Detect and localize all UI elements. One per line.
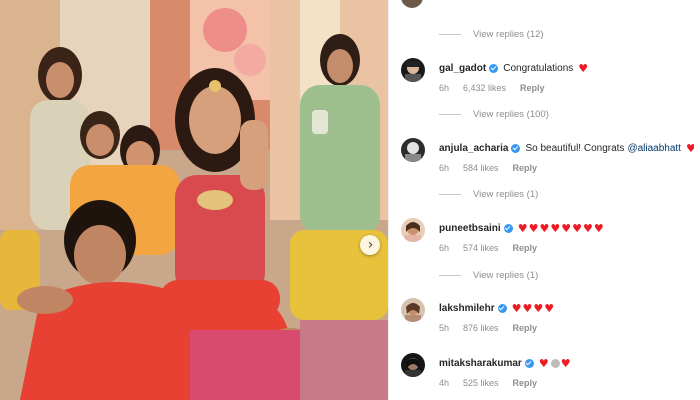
heart-icon: ♥ [538, 358, 549, 369]
verified-badge-icon [497, 304, 507, 313]
comment-likes[interactable]: 574 likes [463, 243, 499, 253]
comment-meta: 6h 6,432 likes Reply [439, 83, 545, 93]
comment-meta: 6h 574 likes Reply [439, 243, 537, 253]
avatar[interactable] [401, 298, 425, 322]
reply-button[interactable]: Reply [513, 323, 538, 333]
heart-icon: ♥ [511, 303, 522, 314]
chevron-right-icon: › [367, 237, 374, 253]
heart-icon: ♥ [685, 143, 694, 154]
mention-link[interactable]: @aliaabhatt [627, 143, 681, 154]
heart-icon: ♥ [572, 223, 582, 234]
verified-badge-icon [511, 144, 521, 153]
comment-likes[interactable]: 6,432 likes [463, 83, 506, 93]
comment-time: 6h [439, 83, 450, 93]
view-replies-label: View replies (12) [473, 28, 544, 40]
comment-likes[interactable]: 584 likes [463, 163, 499, 173]
comment-time: 4h [439, 378, 450, 388]
comment-item: gal_gadot Congratulations ♥ 6h 6,432 lik… [401, 58, 700, 100]
comment-item: anjula_acharia So beautiful! Congrats @a… [401, 138, 700, 180]
verified-badge-icon [524, 359, 534, 368]
comment-text: anjula_acharia So beautiful! Congrats @a… [439, 143, 694, 154]
view-replies-link[interactable]: View replies (1) [439, 268, 538, 282]
comment-item: lakshmilehr ♥ ♥ ♥ ♥ 5h 876 likes Reply [401, 298, 700, 340]
avatar[interactable] [401, 58, 425, 82]
reply-button[interactable]: Reply [513, 243, 538, 253]
comment-time: 5h [439, 323, 450, 333]
avatar[interactable] [401, 353, 425, 377]
post-photo: › [0, 0, 388, 400]
comment-body: So beautiful! Congrats [525, 143, 625, 154]
comment-username[interactable]: anjula_acharia [439, 143, 508, 154]
reply-button[interactable]: Reply [513, 163, 538, 173]
hearts: ♥ ♥ ♥ ♥ [512, 303, 556, 314]
reply-divider-line [439, 33, 461, 35]
verified-badge-icon [489, 64, 499, 73]
comment-item: puneetbsaini ♥ ♥ ♥ ♥ ♥ ♥ ♥ ♥ 6h 574 like… [401, 218, 700, 260]
view-replies-label: View replies (100) [473, 108, 549, 120]
hearts: ♥ [578, 63, 589, 74]
view-replies-link[interactable]: View replies (1) [439, 187, 538, 201]
comment-text: gal_gadot Congratulations ♥ [439, 63, 694, 74]
comment-text: lakshmilehr ♥ ♥ ♥ ♥ [439, 303, 694, 314]
reply-divider-line [439, 274, 461, 276]
heart-icon: ♥ [561, 223, 572, 234]
comment-username[interactable]: gal_gadot [439, 63, 486, 74]
carousel-next-button[interactable]: › [360, 235, 380, 255]
view-replies-label: View replies (1) [473, 269, 539, 281]
comments-panel: View replies (12) gal_gadot Congratulati… [388, 0, 700, 400]
hearts: ♥ [686, 143, 694, 154]
comment-username[interactable]: mitaksharakumar [439, 358, 522, 369]
comment-time: 6h [439, 243, 450, 253]
heart-icon: ♥ [517, 223, 528, 234]
heart-icon: ♥ [539, 223, 550, 234]
heart-icon: ♥ [578, 63, 589, 74]
comment-meta: 4h 525 likes Reply [439, 378, 537, 388]
reply-divider-line [439, 193, 461, 195]
comment-text: puneetbsaini ♥ ♥ ♥ ♥ ♥ ♥ ♥ ♥ [439, 223, 694, 234]
wedding-photo-image [0, 0, 388, 400]
hearts: ♥ ♥ ♥ ♥ ♥ ♥ ♥ ♥ [518, 223, 605, 234]
comment-meta: 6h 584 likes Reply [439, 163, 537, 173]
comment-likes[interactable]: 525 likes [463, 378, 499, 388]
heart-icon: ♥ [582, 223, 593, 234]
comment-time: 6h [439, 163, 450, 173]
verified-badge-icon [503, 224, 513, 233]
avatar[interactable] [401, 218, 425, 242]
heart-icon: ♥ [560, 358, 571, 369]
avatar[interactable] [401, 0, 423, 8]
comment-likes[interactable]: 876 likes [463, 323, 499, 333]
comment-meta: 5h 876 likes Reply [439, 323, 537, 333]
reply-button[interactable]: Reply [513, 378, 538, 388]
comment-item: mitaksharakumar ♥ ♥ 4h 525 likes Reply [401, 353, 700, 395]
view-replies-link[interactable]: View replies (100) [439, 107, 549, 121]
hearts: ♥ ♥ [539, 358, 572, 369]
avatar[interactable] [401, 138, 425, 162]
heart-icon: ♥ [528, 223, 539, 234]
comment-body: Congratulations [503, 63, 574, 74]
heart-icon: ♥ [593, 223, 604, 234]
comment-text: mitaksharakumar ♥ ♥ [439, 358, 694, 369]
heart-icon: ♥ [550, 223, 561, 234]
view-replies-label: View replies (1) [473, 188, 539, 200]
view-replies-link[interactable]: View replies (12) [439, 27, 544, 41]
heart-icon: ♥ [533, 303, 544, 314]
heart-icon: ♥ [544, 303, 555, 314]
comment-username[interactable]: puneetbsaini [439, 223, 501, 234]
reply-button[interactable]: Reply [520, 83, 545, 93]
reply-divider-line [439, 113, 461, 115]
comment-username[interactable]: lakshmilehr [439, 303, 495, 314]
heart-icon: ♥ [522, 303, 533, 314]
face-emoji-icon [550, 359, 560, 368]
